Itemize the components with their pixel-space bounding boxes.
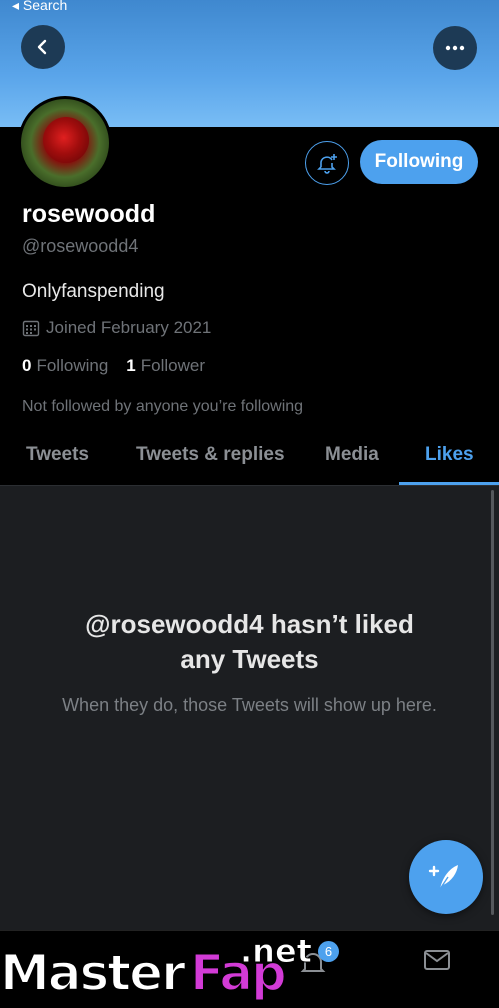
more-dots-icon — [445, 45, 465, 51]
tab-tweets-replies[interactable]: Tweets & replies — [136, 444, 285, 466]
avatar[interactable] — [18, 96, 112, 190]
compose-tweet-button[interactable] — [409, 840, 483, 914]
display-name: rosewoodd — [22, 200, 156, 228]
bell-plus-icon — [317, 154, 337, 174]
following-label[interactable]: Following — [36, 356, 108, 376]
feather-plus-icon — [428, 865, 458, 890]
empty-state-title: @rosewoodd4 hasn’t liked any Tweets — [0, 607, 499, 677]
profile-tabs: Tweets Tweets & replies Media Likes — [0, 438, 499, 485]
scrollbar[interactable] — [491, 490, 494, 915]
empty-state-subtitle: When they do, those Tweets will show up … — [62, 695, 437, 715]
following-count[interactable]: 0 — [22, 356, 31, 376]
bio-text: Onlyfanspending — [22, 281, 165, 302]
followers-count[interactable]: 1 — [126, 356, 135, 376]
tab-media[interactable]: Media — [325, 444, 379, 466]
watermark-logo: Master Fap .net — [0, 930, 340, 1004]
status-back-to-search[interactable]: ◂ Search — [12, 0, 67, 14]
tab-likes[interactable]: Likes — [425, 444, 474, 466]
followers-label[interactable]: Follower — [141, 356, 205, 376]
back-button[interactable] — [21, 25, 65, 69]
follow-counts: 0 Following 1 Follower — [22, 356, 205, 376]
more-options-button[interactable] — [433, 26, 477, 70]
mutual-followers-note: Not followed by anyone you’re following — [22, 398, 304, 415]
tab-tweets[interactable]: Tweets — [26, 444, 89, 466]
messages-nav-icon[interactable] — [423, 948, 451, 972]
following-button[interactable]: Following — [360, 140, 478, 184]
notifications-toggle-button[interactable] — [305, 141, 349, 185]
calendar-icon — [22, 320, 40, 337]
watermark-part1: Master — [0, 943, 187, 1003]
empty-title-line1: @rosewoodd4 hasn’t liked — [85, 609, 414, 639]
empty-title-line2: any Tweets — [180, 644, 319, 674]
user-handle: @rosewoodd4 — [22, 236, 139, 256]
joined-date: Joined February 2021 — [22, 318, 211, 338]
joined-text: Joined February 2021 — [46, 318, 212, 337]
watermark-part3: .net — [240, 932, 313, 971]
rose-image — [43, 117, 89, 163]
chevron-left-icon — [37, 39, 47, 55]
